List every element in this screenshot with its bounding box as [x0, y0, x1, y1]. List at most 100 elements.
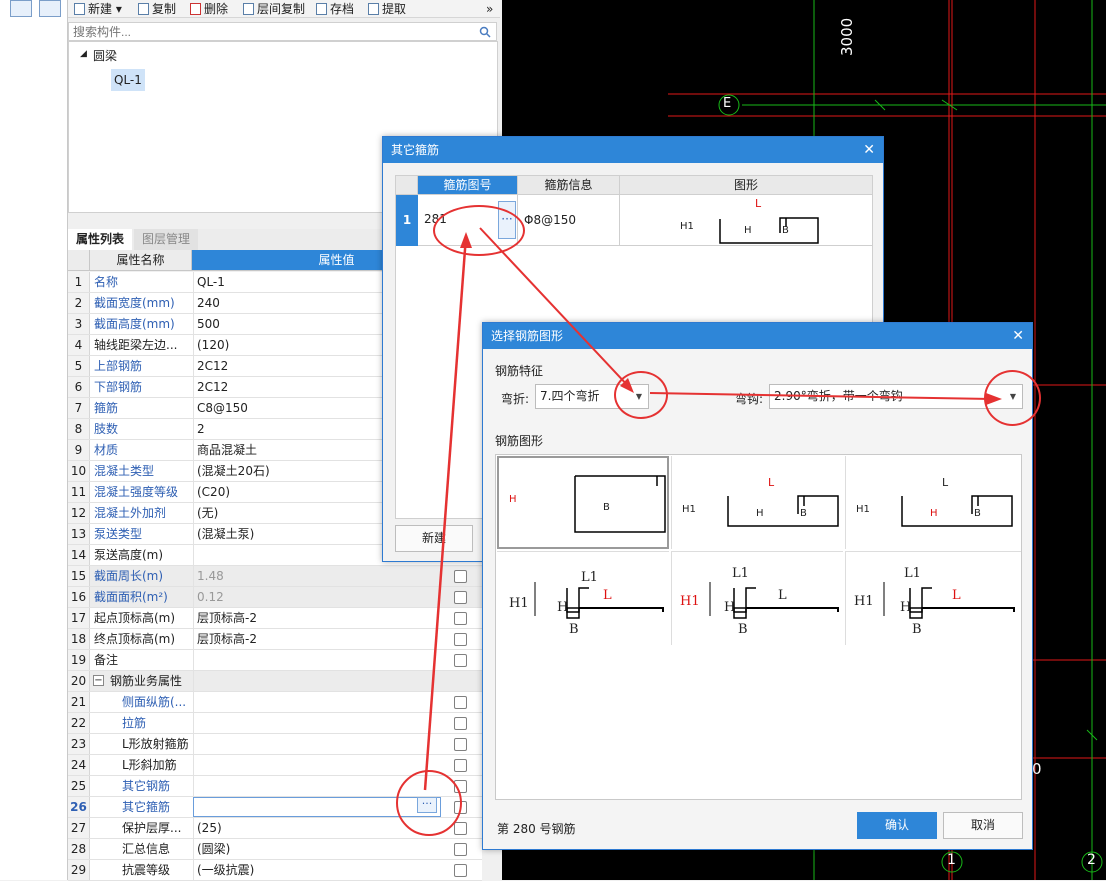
- checkbox[interactable]: [454, 612, 467, 625]
- new-stirrup-button[interactable]: 新建: [395, 525, 473, 552]
- row-number: 26: [68, 797, 90, 817]
- copy-button[interactable]: 复制: [138, 1, 176, 17]
- property-value[interactable]: [193, 650, 441, 670]
- row-number: 25: [68, 776, 90, 796]
- property-name: 其它箍筋: [122, 800, 171, 814]
- property-row[interactable]: 28 汇总信息 (圆梁): [68, 839, 482, 860]
- checkbox[interactable]: [454, 843, 467, 856]
- property-row[interactable]: 23 L形放射箍筋: [68, 734, 482, 755]
- floor-copy-button[interactable]: 层间复制: [243, 1, 305, 17]
- more-tools-icon[interactable]: »: [486, 1, 493, 17]
- shape-option-1[interactable]: H B: [497, 456, 669, 549]
- row-number: 16: [68, 587, 90, 607]
- row-number: 28: [68, 839, 90, 859]
- tab-property-list[interactable]: 属性列表: [68, 229, 133, 250]
- property-row[interactable]: 29 抗震等级 (一级抗震): [68, 860, 482, 881]
- shape-option-6[interactable]: L1 H1 H L B: [845, 551, 1021, 645]
- checkbox[interactable]: [454, 633, 467, 646]
- property-value[interactable]: [193, 755, 441, 775]
- delete-button[interactable]: 删除: [190, 1, 228, 17]
- property-row[interactable]: 15 截面周长(m) 1.48: [68, 566, 482, 587]
- close-icon[interactable]: ✕: [1012, 323, 1024, 349]
- row-number: 11: [68, 482, 90, 502]
- checkbox[interactable]: [454, 738, 467, 751]
- checkbox[interactable]: [454, 654, 467, 667]
- extract-button[interactable]: 提取: [368, 1, 406, 17]
- detail-view-icon[interactable]: [39, 0, 61, 17]
- shape-option-2[interactable]: L H1 H B: [671, 456, 843, 549]
- property-row[interactable]: 19 备注: [68, 650, 482, 671]
- collapse-arrow-icon[interactable]: ◢: [80, 49, 87, 59]
- property-row[interactable]: 20− 钢筋业务属性: [68, 671, 482, 692]
- archive-button[interactable]: 存档: [316, 1, 354, 17]
- col-prop-name: 属性名称: [90, 250, 192, 271]
- checkbox[interactable]: [454, 717, 467, 730]
- list-view-icon[interactable]: [10, 0, 32, 17]
- bend-label: 弯折:: [501, 392, 530, 406]
- property-row[interactable]: 18 终点顶标高(m) 层顶标高-2: [68, 629, 482, 650]
- tab-layer-manage[interactable]: 图层管理: [134, 229, 199, 250]
- archive-icon: [316, 3, 327, 15]
- cancel-button[interactable]: 取消: [943, 812, 1023, 839]
- row-number: 1: [396, 195, 418, 246]
- property-value[interactable]: 层顶标高-2: [193, 629, 441, 649]
- search-input[interactable]: [69, 23, 469, 40]
- property-name: 截面宽度(mm): [94, 296, 175, 310]
- property-value[interactable]: 0.12: [193, 587, 441, 607]
- property-value[interactable]: (一级抗震): [193, 860, 441, 880]
- dimension-label: 3000: [838, 17, 856, 56]
- checkbox[interactable]: [454, 759, 467, 772]
- row-number: 23: [68, 734, 90, 754]
- property-value[interactable]: (圆梁): [193, 839, 441, 859]
- property-value[interactable]: [193, 734, 441, 754]
- row-number: 6: [68, 377, 90, 397]
- annotation-circle: [984, 370, 1041, 426]
- row-number: 20: [68, 671, 90, 691]
- checkbox[interactable]: [454, 696, 467, 709]
- row-number: 17: [68, 608, 90, 628]
- extract-icon: [368, 3, 379, 15]
- collapse-icon[interactable]: −: [93, 675, 104, 686]
- shape-option-4[interactable]: L1 H1 H L B: [497, 551, 669, 645]
- checkbox[interactable]: [454, 591, 467, 604]
- row-number: 24: [68, 755, 90, 775]
- checkbox[interactable]: [454, 822, 467, 835]
- row-number: 21: [68, 692, 90, 712]
- row-number: 27: [68, 818, 90, 838]
- property-value[interactable]: [193, 692, 441, 712]
- close-icon[interactable]: ✕: [863, 137, 875, 163]
- property-value[interactable]: [193, 713, 441, 733]
- property-name: 拉筋: [122, 716, 147, 730]
- checkbox[interactable]: [454, 864, 467, 877]
- search-icon[interactable]: [479, 26, 491, 38]
- property-name: 混凝土外加剂: [94, 506, 167, 520]
- property-value[interactable]: 1.48: [193, 566, 441, 586]
- property-value[interactable]: [193, 671, 441, 691]
- property-value[interactable]: 层顶标高-2: [193, 608, 441, 628]
- tree-category[interactable]: 圆梁: [93, 47, 117, 64]
- component-toolbar: 新建 ▾ 复制 删除 层间复制 存档 提取 »: [68, 0, 500, 18]
- stirrup-info-cell[interactable]: Φ8@150: [518, 195, 620, 246]
- floor-copy-icon: [243, 3, 254, 15]
- property-row[interactable]: 22 拉筋: [68, 713, 482, 734]
- property-row[interactable]: 17 起点顶标高(m) 层顶标高-2: [68, 608, 482, 629]
- hook-label: 弯钩:: [735, 392, 764, 406]
- row-number: 15: [68, 566, 90, 586]
- axis-1-label: 1: [947, 852, 956, 868]
- property-row[interactable]: 16 截面面积(m²) 0.12: [68, 587, 482, 608]
- confirm-button[interactable]: 确认: [857, 812, 937, 839]
- new-button[interactable]: 新建 ▾: [74, 1, 122, 17]
- row-number: 4: [68, 335, 90, 355]
- property-name: 汇总信息: [122, 842, 171, 856]
- tree-item-ql1[interactable]: QL-1: [111, 69, 145, 91]
- left-side-strip: [0, 0, 68, 880]
- shape-option-3[interactable]: L H1 H B: [845, 456, 1021, 549]
- checkbox[interactable]: [454, 570, 467, 583]
- property-row[interactable]: 21 侧面纵筋(...: [68, 692, 482, 713]
- property-name: 肢数: [94, 422, 119, 436]
- select-shape-dialog: 选择钢筋图形 ✕ 钢筋特征 弯折: 7.四个弯折 ▼ 弯钩: 2.90°弯折，带…: [482, 322, 1033, 850]
- shape-option-5[interactable]: L1 H1 H L B: [671, 551, 843, 645]
- row-number: 2: [68, 293, 90, 313]
- property-name: 截面面积(m²): [94, 590, 168, 604]
- row26-ellipsis-button[interactable]: ···: [417, 797, 437, 813]
